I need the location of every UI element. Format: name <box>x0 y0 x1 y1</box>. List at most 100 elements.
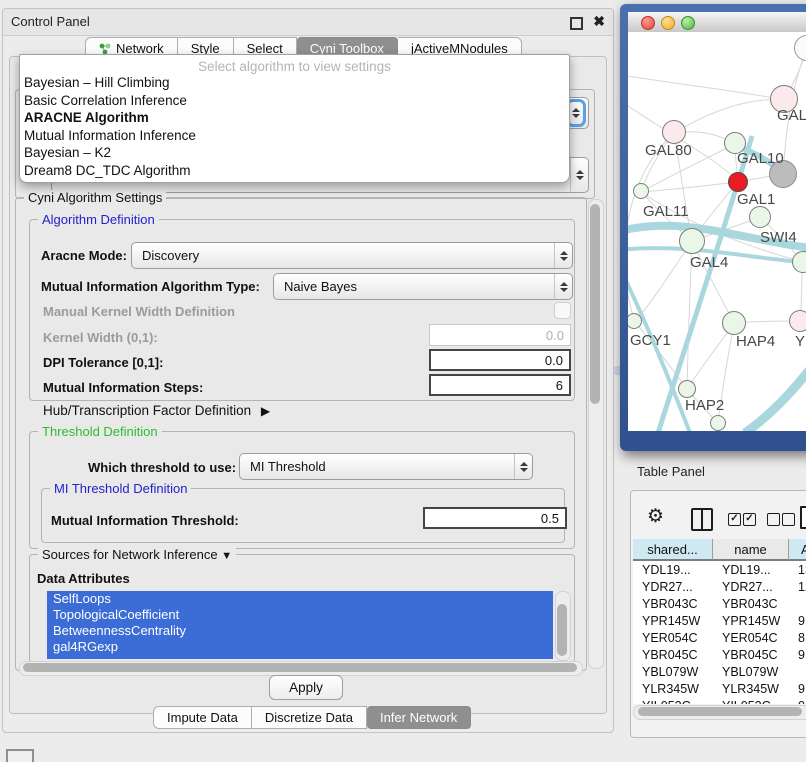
mi-threshold-field[interactable]: 0.5 <box>423 507 567 529</box>
algorithm-option-highlighted[interactable]: ARACNE Algorithm <box>20 109 569 127</box>
table-row[interactable]: YIL052CYIL052C0. <box>633 697 806 704</box>
table-row[interactable]: YDR27...YDR27...12 <box>633 578 806 595</box>
table-panel: ⚙ ✓ ✓ shared... name A YDL19...YDL19...1… <box>630 490 806 738</box>
close-icon[interactable]: ✖ <box>593 13 605 30</box>
algorithm-definition-title: Algorithm Definition <box>38 212 159 227</box>
table-row[interactable]: YER054CYER054C8. <box>633 629 806 646</box>
float-window-icon[interactable] <box>570 17 583 30</box>
table-horizontal-scrollbar[interactable] <box>633 705 806 720</box>
manual-kernel-checkbox[interactable] <box>554 302 571 319</box>
table-row[interactable]: YDL19...YDL19...13 <box>633 561 806 578</box>
node-label: GAL1 <box>737 191 775 208</box>
combo-spinner <box>554 243 572 268</box>
table-row[interactable]: YBR045CYBR045C9. <box>633 646 806 663</box>
split-columns-icon[interactable] <box>691 508 713 531</box>
algorithm-option[interactable]: Dream8 DC_TDC Algorithm <box>20 162 569 180</box>
network-node-hap2[interactable] <box>678 380 696 398</box>
algorithm-option[interactable]: Bayesian – Hill Climbing <box>20 74 569 92</box>
hub-definition-toggle[interactable]: Hub/Transcription Factor Definition ▶ <box>43 403 270 418</box>
list-vertical-scrollbar[interactable] <box>555 591 571 661</box>
scrollbar-thumb[interactable] <box>590 204 600 404</box>
control-panel-titlebar: Control Panel ✖ <box>3 9 613 36</box>
settings-horizontal-scrollbar[interactable] <box>19 661 583 676</box>
list-item[interactable]: TopologicalCoefficient <box>47 607 553 623</box>
network-node-gal1[interactable] <box>749 206 771 228</box>
tab-infer-network[interactable]: Infer Network <box>367 706 471 729</box>
list-item[interactable]: gal4RGexp <box>47 639 553 655</box>
checkbox-unchecked-icon[interactable] <box>782 513 795 526</box>
network-canvas[interactable]: GAL GAL80 GAL10 GAL1 GAL11 SWI4 GAL4 GCY… <box>628 32 806 431</box>
table-row[interactable]: YLR345WYLR345W9. <box>633 680 806 697</box>
network-node-gal4[interactable] <box>679 228 705 254</box>
mi-threshold-group-title: MI Threshold Definition <box>50 481 191 496</box>
network-node-y[interactable] <box>789 310 806 332</box>
threshold-definition-title: Threshold Definition <box>38 424 162 439</box>
control-panel-window: Control Panel ✖ Network Style Select Cyn… <box>2 8 614 733</box>
scrollbar-thumb[interactable] <box>557 604 567 656</box>
network-node-hap4[interactable] <box>722 311 746 335</box>
column-header-shared-name[interactable]: shared... <box>633 539 713 561</box>
network-node-selected-red[interactable] <box>728 172 748 192</box>
column-header-partial[interactable]: A <box>789 539 806 561</box>
gear-icon[interactable]: ⚙ <box>647 505 664 528</box>
algorithm-option[interactable]: Basic Correlation Inference <box>20 92 569 110</box>
algorithm-placeholder: Select algorithm to view settings <box>20 55 569 74</box>
network-window-titlebar[interactable] <box>628 12 806 33</box>
algorithm-option[interactable]: Bayesian – K2 <box>20 144 569 162</box>
bottom-tabbar: Impute Data Discretize Data Infer Networ… <box>153 706 471 729</box>
table-row[interactable]: YPR145WYPR145W9. <box>633 612 806 629</box>
which-threshold-label: Which threshold to use: <box>88 460 236 475</box>
list-item[interactable]: BetweennessCentrality <box>47 623 553 639</box>
kernel-width-field[interactable]: 0.0 <box>429 324 571 346</box>
combo-spinner <box>570 158 588 192</box>
scrollbar-thumb[interactable] <box>638 707 802 716</box>
data-attributes-list[interactable]: SelfLoops TopologicalCoefficient Between… <box>47 591 553 659</box>
dpi-tolerance-field[interactable]: 0.0 <box>429 349 571 371</box>
node-label: GAL80 <box>645 142 692 159</box>
network-node-gal11[interactable] <box>633 183 649 199</box>
table-row[interactable]: YBL079WYBL079W <box>633 663 806 680</box>
collapse-down-icon[interactable]: ▼ <box>221 550 232 562</box>
network-node-gal80[interactable] <box>662 120 686 144</box>
control-panel-title: Control Panel <box>11 14 90 29</box>
data-attributes-label: Data Attributes <box>37 571 130 586</box>
checkbox-checked-icon[interactable]: ✓ <box>743 513 756 526</box>
aracne-mode-label: Aracne Mode: <box>41 248 127 263</box>
table-row[interactable]: YBR043CYBR043C <box>633 595 806 612</box>
close-traffic-light[interactable] <box>641 16 655 30</box>
screen: Control Panel ✖ Network Style Select Cyn… <box>0 0 806 762</box>
zoom-traffic-light[interactable] <box>681 16 695 30</box>
list-item[interactable]: SelfLoops <box>47 591 553 607</box>
tab-discretize-data[interactable]: Discretize Data <box>252 706 367 729</box>
scrollbar-thumb[interactable] <box>23 663 577 672</box>
minimize-traffic-light[interactable] <box>661 16 675 30</box>
column-header-name[interactable]: name <box>713 539 789 561</box>
node-label: GAL <box>777 107 806 124</box>
aracne-mode-combo[interactable]: Discovery <box>131 242 573 269</box>
node-label: HAP2 <box>685 397 724 414</box>
document-icon[interactable] <box>800 506 806 529</box>
network-node[interactable] <box>710 415 726 431</box>
settings-group-title: Cyni Algorithm Settings <box>24 190 166 205</box>
which-threshold-value: MI Threshold <box>240 459 514 474</box>
network-icon <box>99 43 111 55</box>
mi-threshold-label: Mutual Information Threshold: <box>51 513 239 528</box>
mi-steps-field[interactable]: 6 <box>429 374 571 396</box>
apply-button[interactable]: Apply <box>269 675 343 700</box>
tab-impute-data[interactable]: Impute Data <box>153 706 252 729</box>
checkbox-checked-icon[interactable]: ✓ <box>728 513 741 526</box>
node-label: GAL10 <box>737 150 784 167</box>
node-label: SWI4 <box>760 229 797 246</box>
node-label: GCY1 <box>630 332 671 349</box>
checkbox-unchecked-icon[interactable] <box>767 513 780 526</box>
which-threshold-combo[interactable]: MI Threshold <box>239 453 533 480</box>
minimized-panel-icon[interactable] <box>6 749 34 762</box>
table-panel-title: Table Panel <box>637 464 705 479</box>
mi-type-combo[interactable]: Naive Bayes <box>273 273 573 300</box>
combo-spinner <box>514 454 532 479</box>
settings-vertical-scrollbar[interactable] <box>588 199 604 669</box>
dpi-tolerance-label: DPI Tolerance [0,1]: <box>43 355 163 370</box>
mi-type-value: Naive Bayes <box>274 279 554 294</box>
node-label: Y <box>795 333 805 350</box>
algorithm-option[interactable]: Mutual Information Inference <box>20 127 569 145</box>
